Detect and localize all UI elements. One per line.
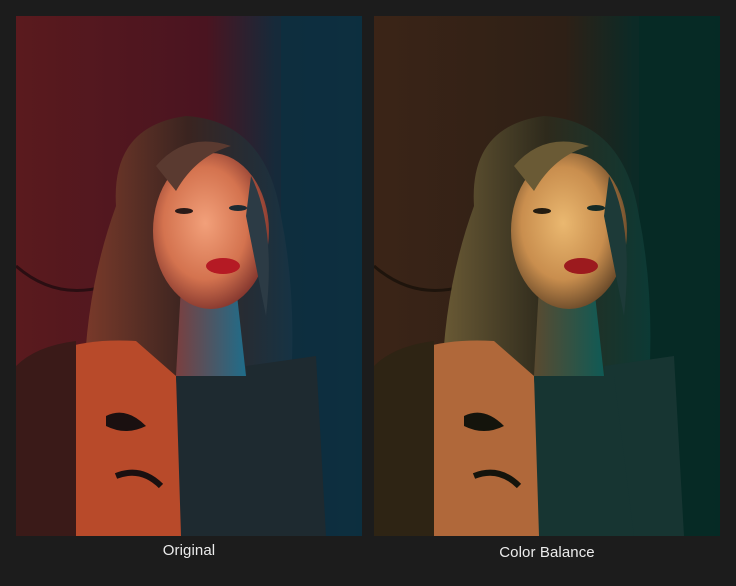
original-photo <box>16 16 362 536</box>
color-balance-photo <box>374 16 720 536</box>
color-balance-caption: Color Balance <box>499 544 595 561</box>
color-balance-photo-panel <box>374 16 720 536</box>
original-photo-panel <box>16 16 362 536</box>
original-caption: Original <box>162 542 216 559</box>
